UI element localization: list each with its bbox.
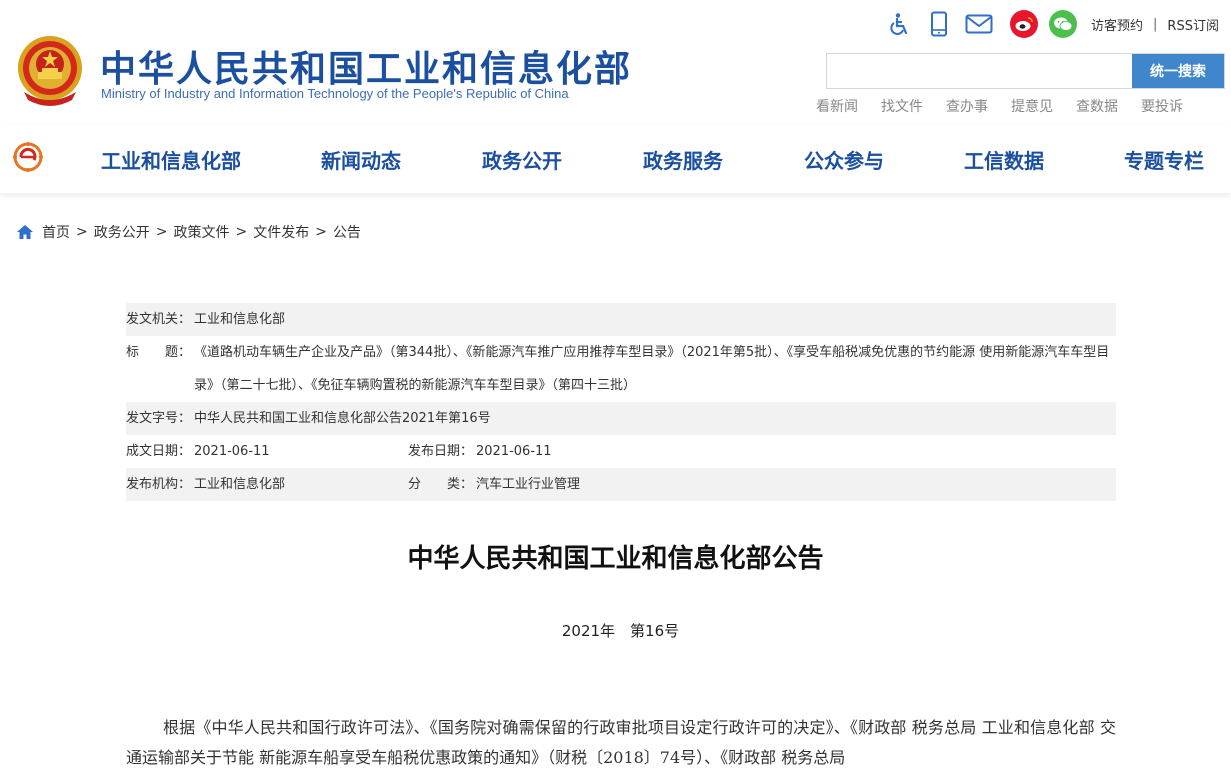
- breadcrumb-separator: >: [315, 224, 327, 240]
- nav-item-ministry[interactable]: 工业和信息化部: [101, 145, 241, 174]
- title-value: 《道路机动车辆生产企业及产品》（第344批）、《新能源汽车推广应用推荐车型目录》…: [194, 345, 1110, 393]
- issuer-value: 工业和信息化部: [194, 312, 286, 327]
- doc-no-value: 中华人民共和国工业和信息化部公告2021年第16号: [194, 411, 491, 426]
- article-title: 中华人民共和国工业和信息化部公告: [407, 544, 824, 574]
- national-emblem-logo[interactable]: [14, 34, 86, 108]
- quick-link-news[interactable]: 看新闻: [816, 96, 858, 116]
- weibo-icon[interactable]: [1010, 10, 1038, 38]
- category-label: 分 类：: [408, 477, 474, 492]
- quick-link-data[interactable]: 查数据: [1076, 96, 1118, 116]
- doc-no-label: 发文字号：: [126, 411, 192, 426]
- site-title: 中华人民共和国工业和信息化部: [100, 49, 633, 90]
- search-input[interactable]: [827, 54, 1132, 88]
- quick-link-files[interactable]: 找文件: [881, 96, 923, 116]
- article-body: 根据《中华人民共和国行政许可法》、《国务院对确需保留的行政审批项目设定行政许可的…: [126, 718, 1116, 767]
- quick-link-services[interactable]: 查办事: [946, 96, 988, 116]
- publish-date-label: 发布日期：: [408, 444, 474, 459]
- nav-item-data[interactable]: 工信数据: [964, 145, 1044, 174]
- nav-item-public-participation[interactable]: 公众参与: [804, 145, 884, 174]
- breadcrumb-file-release[interactable]: 文件发布: [253, 222, 309, 242]
- breadcrumb-announcement[interactable]: 公告: [333, 222, 361, 242]
- publish-date-value: 2021-06-11: [476, 444, 552, 459]
- main-nav: 工业和信息化部 新闻动态 政务公开 政务服务 公众参与 工信数据 专题专栏: [0, 125, 1231, 193]
- search-box: 统一搜索: [826, 53, 1225, 89]
- written-date-value: 2021-06-11: [194, 444, 270, 459]
- meta-row-publisher: 发布机构： 工业和信息化部 分 类： 汽车工业行业管理: [126, 468, 1116, 501]
- breadcrumb: 首页 > 政务公开 > 政策文件 > 文件发布 > 公告: [16, 222, 361, 242]
- meta-row-issuer: 发文机关： 工业和信息化部: [126, 303, 1116, 336]
- unified-search-button[interactable]: 统一搜索: [1132, 54, 1224, 88]
- title-label: 标 题：: [126, 345, 192, 360]
- quick-link-feedback[interactable]: 提意见: [1011, 96, 1053, 116]
- breadcrumb-separator: >: [155, 224, 168, 240]
- rss-subscribe-link[interactable]: RSS订阅: [1167, 15, 1219, 34]
- meta-row-dates: 成文日期： 2021-06-11 发布日期： 2021-06-11: [126, 435, 1116, 468]
- wechat-icon[interactable]: [1049, 10, 1077, 38]
- breadcrumb-policy-files[interactable]: 政策文件: [173, 222, 229, 242]
- visitor-appointment-link[interactable]: 访客预约: [1091, 15, 1143, 34]
- utility-separator: |: [1153, 16, 1158, 32]
- category-value: 汽车工业行业管理: [476, 477, 581, 492]
- publisher-label: 发布机构：: [126, 477, 192, 492]
- nav-item-gov-services[interactable]: 政务服务: [643, 145, 723, 174]
- written-date-label: 成文日期：: [126, 444, 192, 459]
- site-subtitle: Ministry of Industry and Information Tec…: [101, 86, 569, 101]
- breadcrumb-separator: >: [235, 224, 248, 240]
- quick-link-complaint[interactable]: 要投诉: [1141, 96, 1183, 116]
- mobile-icon[interactable]: [925, 10, 953, 38]
- publisher-value: 工业和信息化部: [194, 477, 286, 492]
- mail-icon[interactable]: [964, 10, 994, 38]
- miit-logo-icon[interactable]: [12, 141, 46, 173]
- meta-row-doc-no: 发文字号： 中华人民共和国工业和信息化部公告2021年第16号: [126, 402, 1116, 435]
- nav-item-news[interactable]: 新闻动态: [321, 145, 401, 174]
- document-meta-table: 发文机关： 工业和信息化部 标 题： 《道路机动车辆生产企业及产品》（第344批…: [126, 303, 1116, 501]
- quick-links: 看新闻 找文件 查办事 提意见 查数据 要投诉: [816, 96, 1183, 116]
- utility-bar: 访客预约 | RSS订阅: [886, 8, 1219, 40]
- nav-item-gov-affairs[interactable]: 政务公开: [482, 145, 562, 174]
- breadcrumb-separator: >: [76, 224, 88, 240]
- breadcrumb-home[interactable]: 首页: [42, 222, 70, 242]
- home-icon[interactable]: [16, 224, 34, 240]
- issuer-label: 发文机关：: [126, 312, 192, 327]
- nav-item-special-topics[interactable]: 专题专栏: [1124, 145, 1204, 174]
- site-header: 中华人民共和国工业和信息化部 Ministry of Industry and …: [0, 0, 1231, 125]
- meta-row-title: 标 题： 《道路机动车辆生产企业及产品》（第344批）、《新能源汽车推广应用推荐…: [126, 336, 1116, 402]
- article-number: 2021年 第16号: [561, 622, 680, 640]
- breadcrumb-gov-affairs[interactable]: 政务公开: [94, 222, 150, 242]
- accessibility-icon[interactable]: [886, 10, 914, 38]
